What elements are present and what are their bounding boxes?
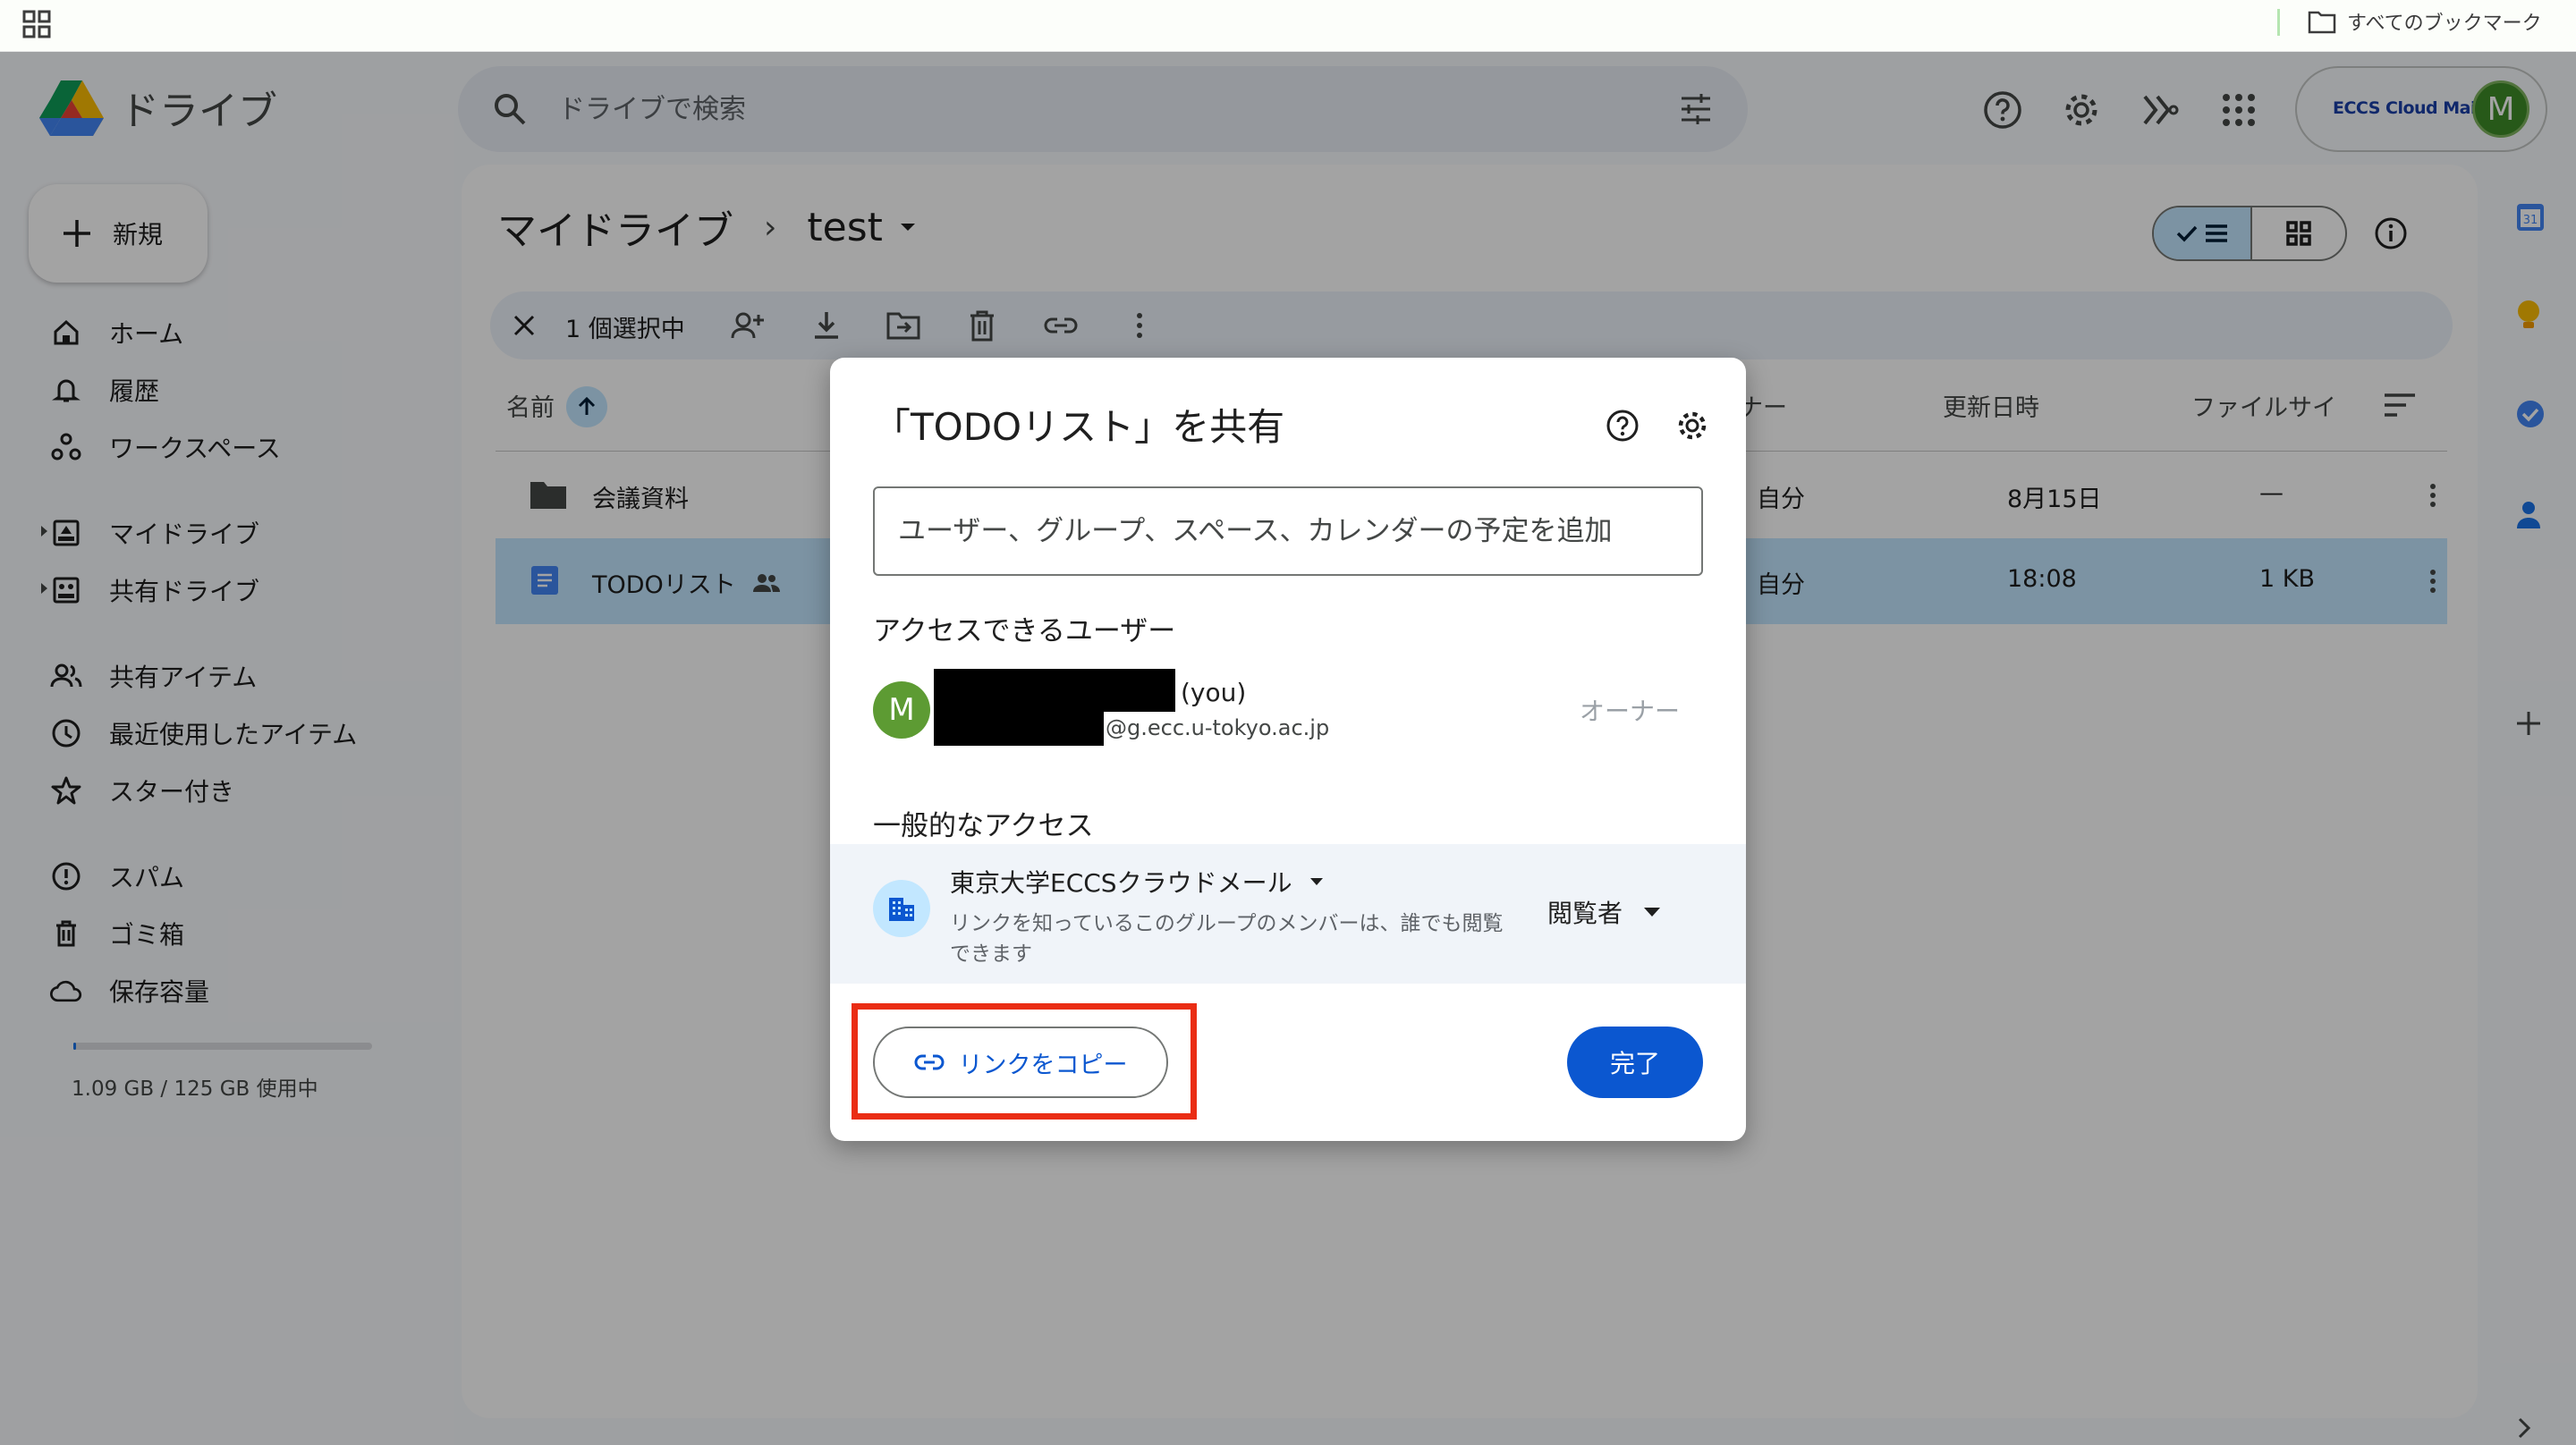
all-bookmarks-label: すべてのブックマーク bbox=[2347, 13, 2542, 35]
bookmarks-bar: すべてのブックマーク bbox=[0, 0, 2576, 52]
you-label: (you) bbox=[1181, 678, 1247, 707]
settings-gear-icon[interactable] bbox=[1674, 408, 1710, 444]
folder-icon bbox=[2308, 9, 2336, 34]
role-dropdown[interactable]: 閲覧者 bbox=[1547, 894, 1662, 930]
role-label: 閲覧者 bbox=[1547, 899, 1623, 928]
redacted-email bbox=[934, 708, 1104, 746]
user-email-suffix: @g.ecc.u-tokyo.ac.jp bbox=[1106, 715, 1330, 740]
dialog-title: 「TODOリスト」を共有 bbox=[873, 405, 1285, 449]
building-icon bbox=[873, 880, 930, 937]
general-access-row: 東京大学ECCSクラウドメール リンクを知っているこのグループのメンバーは、誰で… bbox=[830, 844, 1746, 984]
help-icon[interactable] bbox=[1605, 408, 1640, 444]
apps-grid-icon[interactable] bbox=[20, 7, 55, 43]
annotation-highlight-box bbox=[852, 1003, 1197, 1120]
access-scope-dropdown[interactable]: 東京大学ECCSクラウドメール bbox=[950, 864, 1325, 900]
avatar: M bbox=[873, 681, 930, 739]
all-bookmarks-button[interactable]: すべてのブックマーク bbox=[2308, 4, 2542, 39]
bookmarks-separator bbox=[2277, 9, 2280, 36]
access-scope-label: 東京大学ECCSクラウドメール bbox=[950, 868, 1292, 898]
user-access-row: M (you) @g.ecc.u-tokyo.ac.jp オーナー bbox=[873, 669, 1703, 749]
general-access-label: 一般的なアクセス bbox=[873, 810, 1094, 842]
redacted-name bbox=[934, 669, 1175, 712]
caret-down-icon bbox=[1309, 877, 1325, 886]
done-button[interactable]: 完了 bbox=[1567, 1027, 1703, 1098]
access-section-label: アクセスできるユーザー bbox=[873, 615, 1176, 647]
add-people-input[interactable] bbox=[873, 486, 1703, 576]
access-description: リンクを知っているこのグループのメンバーは、誰でも閲覧できます bbox=[950, 912, 1504, 966]
caret-down-icon bbox=[1642, 907, 1662, 917]
owner-role: オーナー bbox=[1580, 697, 1681, 726]
